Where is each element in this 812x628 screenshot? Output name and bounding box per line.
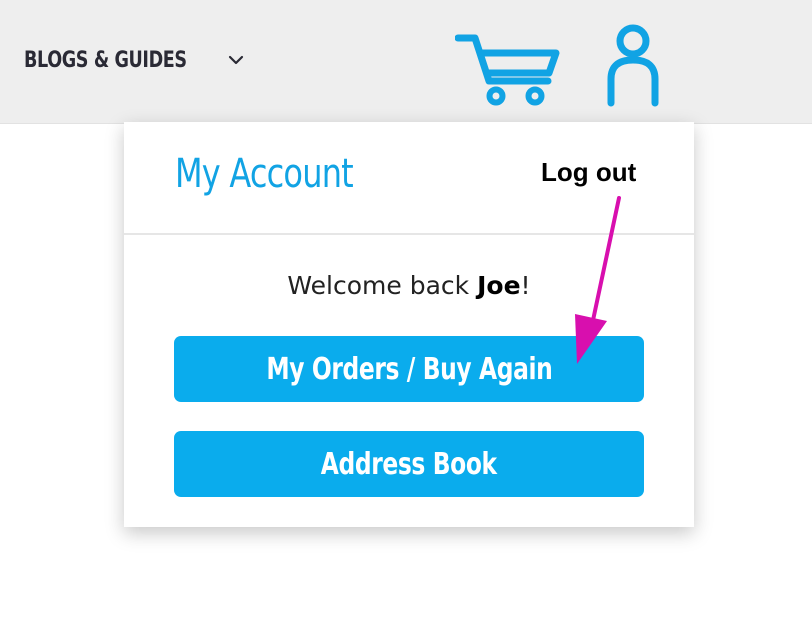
- user-name: Joe: [477, 271, 521, 300]
- welcome-message: Welcome back Joe!: [124, 268, 694, 304]
- logout-link[interactable]: Log out: [541, 156, 636, 188]
- blogs-guides-label: BLOGS & GUIDES: [24, 47, 187, 73]
- address-book-label: Address Book: [321, 446, 497, 482]
- welcome-suffix: !: [520, 271, 531, 300]
- address-book-button[interactable]: Address Book: [174, 431, 644, 497]
- divider: [124, 233, 694, 235]
- chevron-down-icon: [228, 55, 244, 65]
- cart-icon[interactable]: [455, 33, 561, 107]
- my-account-title: My Account: [175, 151, 354, 197]
- blogs-guides-menu[interactable]: BLOGS & GUIDES: [24, 40, 254, 80]
- site-header: BLOGS & GUIDES: [0, 0, 812, 124]
- user-icon[interactable]: [604, 24, 662, 108]
- account-dropdown: My Account Log out Welcome back Joe! My …: [124, 122, 694, 527]
- my-orders-button[interactable]: My Orders / Buy Again: [174, 336, 644, 402]
- my-orders-label: My Orders / Buy Again: [265, 351, 553, 387]
- welcome-prefix: Welcome back: [287, 271, 470, 300]
